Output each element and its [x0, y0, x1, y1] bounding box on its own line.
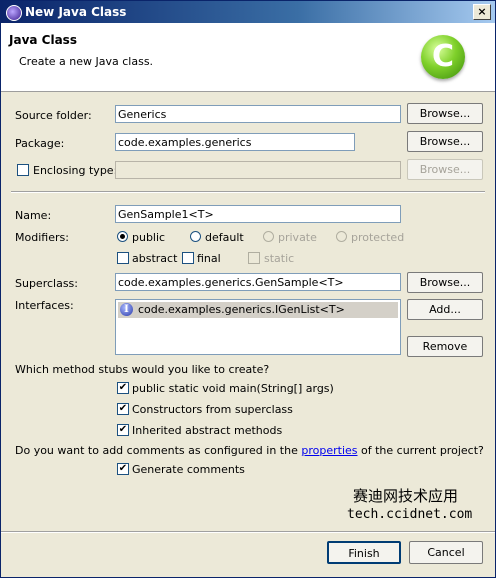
modifier-public-label: public [132, 231, 166, 244]
window-title: New Java Class [25, 5, 127, 19]
source-folder-label: Source folder: [15, 109, 92, 122]
page-description: Create a new Java class. [19, 55, 154, 68]
title-bar[interactable]: New Java Class × [1, 1, 495, 23]
package-label: Package: [15, 137, 65, 150]
modifier-final-checkbox[interactable] [182, 252, 194, 264]
modifier-public-radio[interactable] [117, 231, 128, 242]
stub-constructors-checkbox[interactable]: ✔ [117, 403, 129, 415]
stub-inherited-label: Inherited abstract methods [132, 424, 283, 437]
modifier-private-label: private [278, 231, 317, 244]
wizard-banner: Java Class Create a new Java class. C [1, 23, 495, 92]
remove-interface-button[interactable]: Remove [407, 336, 483, 357]
page-title: Java Class [9, 33, 77, 47]
interface-name: code.examples.generics.IGenList<T> [138, 303, 345, 316]
enclosing-type-browse-button: Browse... [407, 159, 483, 180]
enclosing-type-label: Enclosing type: [33, 164, 118, 177]
superclass-input[interactable]: code.examples.generics.GenSample<T> [115, 273, 401, 291]
source-folder-browse-button[interactable]: Browse... [407, 103, 483, 124]
separator [11, 191, 485, 193]
stub-main-label: public static void main(String[] args) [132, 382, 334, 395]
name-label: Name: [15, 209, 52, 222]
stub-constructors-label: Constructors from superclass [132, 403, 293, 416]
cancel-button[interactable]: Cancel [409, 541, 483, 564]
source-folder-input[interactable]: Generics [115, 105, 401, 123]
generate-comments-label: Generate comments [132, 463, 245, 476]
superclass-browse-button[interactable]: Browse... [407, 272, 483, 293]
modifier-default-radio[interactable] [190, 231, 201, 242]
superclass-label: Superclass: [15, 277, 78, 290]
name-input[interactable]: GenSample1<T> [115, 205, 401, 223]
modifier-abstract-checkbox[interactable] [117, 252, 129, 264]
modifier-protected-radio [336, 231, 347, 242]
close-button[interactable]: × [473, 4, 491, 20]
interface-icon: I [120, 303, 133, 316]
package-browse-button[interactable]: Browse... [407, 131, 483, 152]
modifier-abstract-label: abstract [132, 252, 178, 265]
modifier-final-label: final [197, 252, 221, 265]
interfaces-list[interactable]: I code.examples.generics.IGenList<T> [115, 299, 401, 355]
stub-main-checkbox[interactable]: ✔ [117, 382, 129, 394]
stubs-question: Which method stubs would you like to cre… [15, 363, 270, 376]
modifier-default-label: default [205, 231, 244, 244]
eclipse-icon [6, 5, 22, 21]
generate-comments-checkbox[interactable]: ✔ [117, 463, 129, 475]
watermark-text: 赛迪网技术应用 [353, 487, 459, 505]
interfaces-label: Interfaces: [15, 299, 74, 312]
new-java-class-window: New Java Class × Java Class Create a new… [0, 0, 496, 578]
modifier-static-label: static [264, 252, 295, 265]
package-input[interactable]: code.examples.generics [115, 133, 355, 151]
finish-button[interactable]: Finish [327, 541, 401, 564]
properties-link[interactable]: properties [301, 444, 357, 457]
stub-inherited-checkbox[interactable]: ✔ [117, 424, 129, 436]
modifier-private-radio [263, 231, 274, 242]
modifier-protected-label: protected [351, 231, 405, 244]
footer-separator [1, 531, 495, 533]
enclosing-type-input [115, 161, 401, 179]
enclosing-type-checkbox[interactable] [17, 164, 29, 176]
modifier-static-checkbox [248, 252, 260, 264]
add-interface-button[interactable]: Add... [407, 299, 483, 320]
list-item[interactable]: I code.examples.generics.IGenList<T> [118, 302, 398, 318]
modifiers-label: Modifiers: [15, 231, 69, 244]
watermark-url: tech.ccidnet.com [347, 507, 473, 522]
comments-question: Do you want to add comments as configure… [15, 444, 484, 457]
java-class-logo-icon: C [421, 35, 465, 79]
